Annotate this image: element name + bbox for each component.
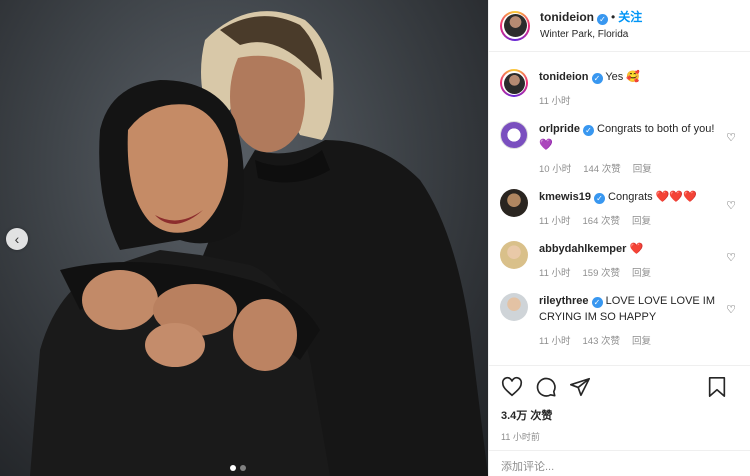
comment-time[interactable]: 10 小时: [539, 161, 571, 175]
reply-button[interactable]: 回复: [632, 213, 651, 227]
commenter-avatar[interactable]: [500, 241, 528, 269]
comments-list[interactable]: tonideion ✓ Yes 🥰 11 小时 orlpride ✓ Congrat…: [489, 53, 750, 365]
chevron-left-icon: ‹: [14, 231, 20, 247]
verified-badge-icon: ✓: [591, 297, 603, 308]
verified-badge-icon: ✓: [591, 73, 603, 84]
caption-avatar[interactable]: [500, 69, 528, 97]
post-time[interactable]: 11 小时前: [501, 430, 740, 443]
post-image-illustration: [30, 11, 488, 476]
reply-button[interactable]: 回复: [632, 333, 651, 347]
author-username[interactable]: tonideion: [540, 10, 594, 24]
comment-icon[interactable]: [535, 376, 557, 398]
comment-item: kmewis19 ✓ Congrats ❤️❤️❤️ 11 小时 164 次赞 回…: [500, 189, 738, 227]
comment-item: orlpride ✓ Congrats to both of you! 💜 10 …: [500, 121, 738, 175]
post-actions: 3.4万 次赞 11 小时前: [489, 365, 750, 443]
like-comment-heart-icon[interactable]: ♡: [726, 251, 736, 264]
like-comment-heart-icon[interactable]: ♡: [726, 199, 736, 212]
post-header: tonideion ✓ • 关注 Winter Park, Florida: [489, 0, 750, 52]
like-comment-heart-icon[interactable]: ♡: [726, 131, 736, 144]
post-sidebar: tonideion ✓ • 关注 Winter Park, Florida tonid…: [488, 0, 750, 476]
comment-time[interactable]: 11 小时: [539, 213, 571, 227]
comment-username[interactable]: abbydahlkemper: [539, 243, 626, 255]
verified-badge-icon: ✓: [593, 193, 605, 204]
bookmark-icon[interactable]: [706, 376, 728, 398]
comment-username[interactable]: rileythree: [539, 295, 589, 307]
reply-button[interactable]: 回复: [632, 265, 651, 279]
comment-item: rileythree ✓ LOVE LOVE LOVE IM CRYING IM …: [500, 293, 738, 347]
comment-likes[interactable]: 143 次赞: [583, 333, 621, 347]
comment-username[interactable]: orlpride: [539, 123, 580, 135]
post-location[interactable]: Winter Park, Florida: [540, 27, 642, 42]
avatar-image: [503, 14, 527, 37]
comment-text: Congrats ❤️❤️❤️: [608, 191, 697, 203]
comment-likes[interactable]: 159 次赞: [583, 265, 621, 279]
commenter-avatar[interactable]: [500, 293, 528, 321]
reply-button[interactable]: 回复: [633, 161, 652, 175]
share-icon[interactable]: [569, 376, 591, 398]
comment-likes[interactable]: 164 次赞: [583, 213, 621, 227]
comment-time[interactable]: 11 小时: [539, 333, 571, 347]
carousel-prev-button[interactable]: ‹: [6, 228, 28, 250]
caption-time[interactable]: 11 小时: [539, 93, 571, 107]
comment-text: ❤️: [629, 243, 644, 255]
commenter-avatar[interactable]: [500, 121, 528, 149]
likes-count[interactable]: 3.4万 次赞: [501, 407, 740, 423]
avatar[interactable]: [500, 10, 530, 41]
like-comment-heart-icon[interactable]: ♡: [726, 303, 736, 316]
verified-badge-icon: ✓: [597, 14, 608, 25]
caption: tonideion ✓ Yes 🥰 11 小时: [500, 69, 738, 107]
follow-button[interactable]: 关注: [618, 10, 642, 24]
carousel-dot-active: [230, 465, 236, 471]
verified-badge-icon: ✓: [582, 125, 594, 136]
avatar-image: [503, 72, 525, 94]
add-comment-bar: [489, 450, 750, 476]
caption-username[interactable]: tonideion: [539, 71, 589, 83]
comment-username[interactable]: kmewis19: [539, 191, 591, 203]
comment-likes[interactable]: 144 次赞: [583, 161, 621, 175]
carousel-indicator: [230, 465, 246, 471]
carousel-dot: [240, 465, 246, 471]
commenter-avatar[interactable]: [500, 189, 528, 217]
post-photo[interactable]: ‹: [0, 0, 488, 476]
comment-time[interactable]: 11 小时: [539, 265, 571, 279]
comment-item: abbydahlkemper ❤️ 11 小时 159 次赞 回复 ♡: [500, 241, 738, 279]
heart-icon[interactable]: [501, 376, 523, 398]
separator-dot: •: [611, 10, 616, 24]
comment-input[interactable]: [501, 461, 738, 473]
caption-text: Yes 🥰: [605, 71, 641, 83]
